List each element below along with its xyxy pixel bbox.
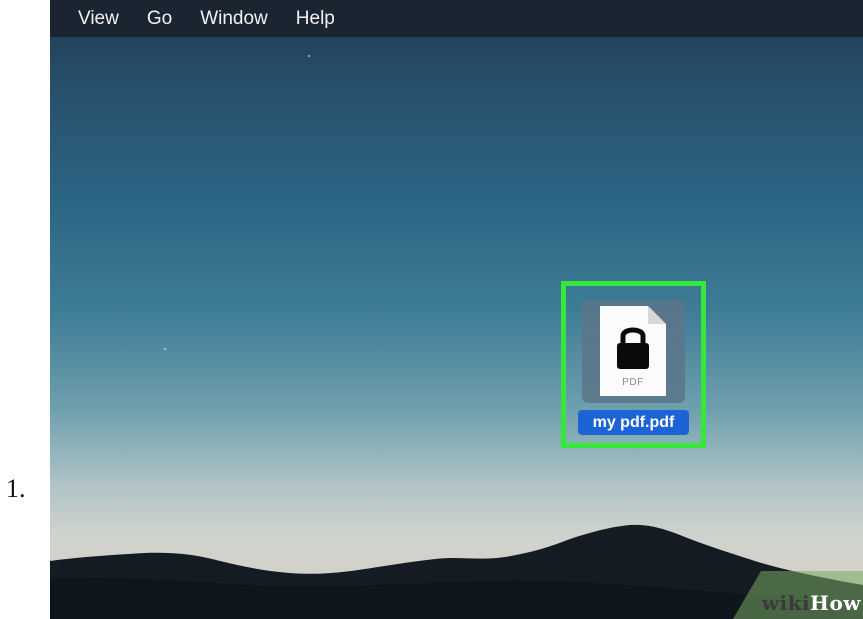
step-number: 1. — [6, 474, 26, 503]
mac-desktop: View Go Window Help wikiHow PDF my pdf.p… — [50, 0, 863, 619]
star — [308, 55, 310, 57]
menu-bar: View Go Window Help — [50, 0, 863, 37]
file-name-label[interactable]: my pdf.pdf — [578, 410, 689, 435]
pdf-type-label: PDF — [622, 377, 644, 388]
menu-view[interactable]: View — [78, 8, 119, 30]
star — [164, 348, 166, 350]
menu-window[interactable]: Window — [200, 8, 268, 30]
wikihow-watermark: wikiHow — [761, 591, 861, 615]
menu-go[interactable]: Go — [147, 8, 172, 30]
menu-help[interactable]: Help — [296, 8, 335, 30]
